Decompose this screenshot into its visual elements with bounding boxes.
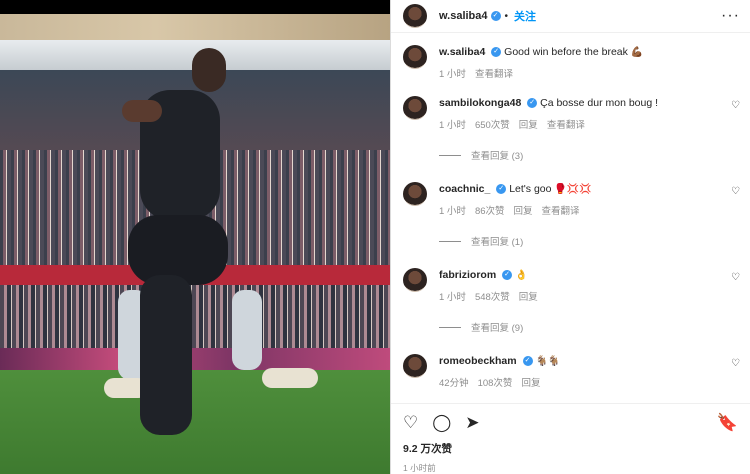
comment-content: Let's goo — [509, 183, 552, 195]
view-replies-button[interactable]: 查看回复 (9) — [439, 320, 740, 334]
translate-link[interactable]: 查看翻译 — [547, 120, 585, 131]
comment-row: romeobeckham ✓ 🐐🐐 42分钟 108次赞 回复 ♡ — [403, 354, 740, 389]
comment: fabriziorom ✓ 👌 1 小时 548次赞 回复 ♡ 查看回复 (9) — [403, 268, 740, 334]
caption-text: w.saliba4 ✓ Good win before the break 💪🏾 — [439, 45, 740, 60]
heart-icon[interactable]: ♡ — [731, 272, 740, 283]
comments-list: w.saliba4 ✓ Good win before the break 💪🏾… — [391, 33, 750, 403]
comment-time: 1 小时 — [439, 120, 466, 131]
action-bar: ♡ ◯ ➤ 🔖 — [391, 403, 750, 441]
comment-likes[interactable]: 548次赞 — [475, 292, 510, 303]
author-avatar[interactable] — [403, 4, 427, 28]
player-jumping-arm — [122, 100, 162, 122]
comment-meta: 1 小时 86次赞 回复 查看翻译 — [439, 203, 731, 217]
instagram-post-window: w.saliba4 ✓ • 关注 ··· w.saliba4 ✓ Good wi… — [0, 0, 750, 474]
photo-lower-crowd — [0, 285, 390, 350]
verified-icon: ✓ — [527, 98, 538, 109]
view-replies-button[interactable]: 查看回复 (3) — [439, 148, 740, 162]
caption-time: 1 小时 — [439, 69, 466, 80]
caption: w.saliba4 ✓ Good win before the break 💪🏾… — [403, 45, 740, 80]
comment: coachnic_ ✓ Let's goo 🥊💢💢 1 小时 86次赞 回复 查看翻译… — [403, 182, 740, 248]
caption-body: w.saliba4 ✓ Good win before the break 💪🏾… — [439, 45, 740, 80]
commenter-username[interactable]: sambilokonga48 — [439, 97, 521, 109]
comment-likes[interactable]: 108次赞 — [478, 378, 513, 389]
heart-icon[interactable]: ♡ — [731, 100, 740, 111]
commenter-username[interactable]: coachnic_ — [439, 183, 490, 195]
comment-icon[interactable]: ◯ — [432, 413, 451, 433]
comment-body: fabriziorom ✓ 👌 1 小时 548次赞 回复 — [439, 268, 731, 303]
more-icon[interactable]: ··· — [721, 7, 740, 25]
commenter-avatar[interactable] — [403, 182, 427, 206]
reply-button[interactable]: 回复 — [519, 292, 538, 303]
comment-row: sambilokonga48 ✓ Ça bosse dur mon boug !… — [403, 96, 740, 131]
player-right-boot — [262, 368, 318, 388]
photo-top-bar — [0, 0, 390, 14]
view-replies-button[interactable]: 查看回复 (1) — [439, 234, 740, 248]
commenter-avatar[interactable] — [403, 268, 427, 292]
comment-row: fabriziorom ✓ 👌 1 小时 548次赞 回复 ♡ — [403, 268, 740, 303]
comment-body: sambilokonga48 ✓ Ça bosse dur mon boug !… — [439, 96, 731, 131]
verified-icon: ✓ — [502, 270, 513, 281]
verified-icon: ✓ — [522, 356, 533, 367]
comment-emoji: 🐐🐐 — [535, 356, 561, 367]
post-side-panel: w.saliba4 ✓ • 关注 ··· w.saliba4 ✓ Good wi… — [391, 0, 750, 474]
comment-text: romeobeckham ✓ 🐐🐐 — [439, 354, 731, 369]
player-right-sock — [232, 290, 262, 370]
comment-content: Ça bosse dur mon boug ! — [540, 97, 659, 109]
translate-link[interactable]: 查看翻译 — [542, 206, 580, 217]
verified-icon: ✓ — [496, 184, 507, 195]
separator-dot: • — [504, 10, 509, 22]
author-username[interactable]: w.saliba4 — [439, 10, 488, 22]
heart-icon[interactable]: ♡ — [731, 186, 740, 197]
verified-icon: ✓ — [491, 47, 502, 58]
comment-meta: 42分钟 108次赞 回复 — [439, 375, 731, 389]
caption-meta: 1 小时 查看翻译 — [439, 66, 740, 80]
reply-button[interactable]: 回复 — [514, 206, 533, 217]
heart-icon[interactable]: ♡ — [403, 413, 418, 433]
comment: romeobeckham ✓ 🐐🐐 42分钟108次赞回复 ♡ 查看回复 (2) — [403, 354, 740, 403]
commenter-avatar[interactable] — [403, 354, 427, 378]
comment-emoji: 🥊💢💢 — [554, 184, 592, 195]
comment-likes[interactable]: 86次赞 — [475, 206, 505, 217]
player-jumping-legs — [128, 215, 228, 285]
comment-meta: 1 小时 650次赞 回复 查看翻译 — [439, 117, 731, 131]
verified-icon: ✓ — [490, 11, 501, 21]
follow-button[interactable]: 关注 — [514, 8, 536, 24]
comment-body: romeobeckham ✓ 🐐🐐 42分钟 108次赞 回复 — [439, 354, 731, 389]
comment-time: 1 小时 — [439, 292, 466, 303]
send-icon[interactable]: ➤ — [465, 413, 479, 433]
comment-body: coachnic_ ✓ Let's goo 🥊💢💢 1 小时 86次赞 回复 查看翻译 — [439, 182, 731, 217]
comment-text: coachnic_ ✓ Let's goo 🥊💢💢 — [439, 182, 731, 197]
comment-time: 1 小时 — [439, 206, 466, 217]
caption-content: Good win before the break — [504, 46, 628, 58]
post-header: w.saliba4 ✓ • 关注 ··· — [391, 0, 750, 33]
reply-button[interactable]: 回复 — [519, 120, 538, 131]
comment-likes[interactable]: 650次赞 — [475, 120, 510, 131]
comment: sambilokonga48 ✓ Ça bosse dur mon boug !… — [403, 96, 740, 162]
comment-text: fabriziorom ✓ 👌 — [439, 268, 731, 283]
caption-avatar[interactable] — [403, 45, 427, 69]
comment-text: sambilokonga48 ✓ Ça bosse dur mon boug ! — [439, 96, 731, 111]
bookmark-icon[interactable]: 🔖 — [717, 413, 738, 433]
post-photo[interactable] — [0, 0, 390, 474]
commenter-username[interactable]: romeobeckham — [439, 355, 517, 367]
comment-row: coachnic_ ✓ Let's goo 🥊💢💢 1 小时 86次赞 回复 查看翻译… — [403, 182, 740, 217]
post-time: 1 小时前 — [403, 463, 436, 473]
commenter-username[interactable]: fabriziorom — [439, 269, 496, 281]
comment-emoji: 👌 — [515, 270, 528, 281]
player-jumping-head — [192, 48, 226, 92]
photo-pitchside-ad — [0, 348, 390, 370]
translate-link[interactable]: 查看翻译 — [475, 69, 513, 80]
comment-slot: sambilokonga48 ✓ Ça bosse dur mon boug !… — [403, 96, 740, 403]
comment-meta: 1 小时 548次赞 回复 — [439, 289, 731, 303]
photo-pitch — [0, 370, 390, 474]
likes-count[interactable]: 9.2 万次赞 — [391, 441, 750, 456]
caption-emoji: 💪🏾 — [630, 47, 644, 58]
commenter-avatar[interactable] — [403, 96, 427, 120]
caption-username[interactable]: w.saliba4 — [439, 46, 485, 58]
reply-button[interactable]: 回复 — [521, 378, 540, 389]
comment-time: 42分钟 — [439, 378, 469, 389]
player-background — [140, 275, 192, 435]
heart-icon[interactable]: ♡ — [731, 358, 740, 369]
